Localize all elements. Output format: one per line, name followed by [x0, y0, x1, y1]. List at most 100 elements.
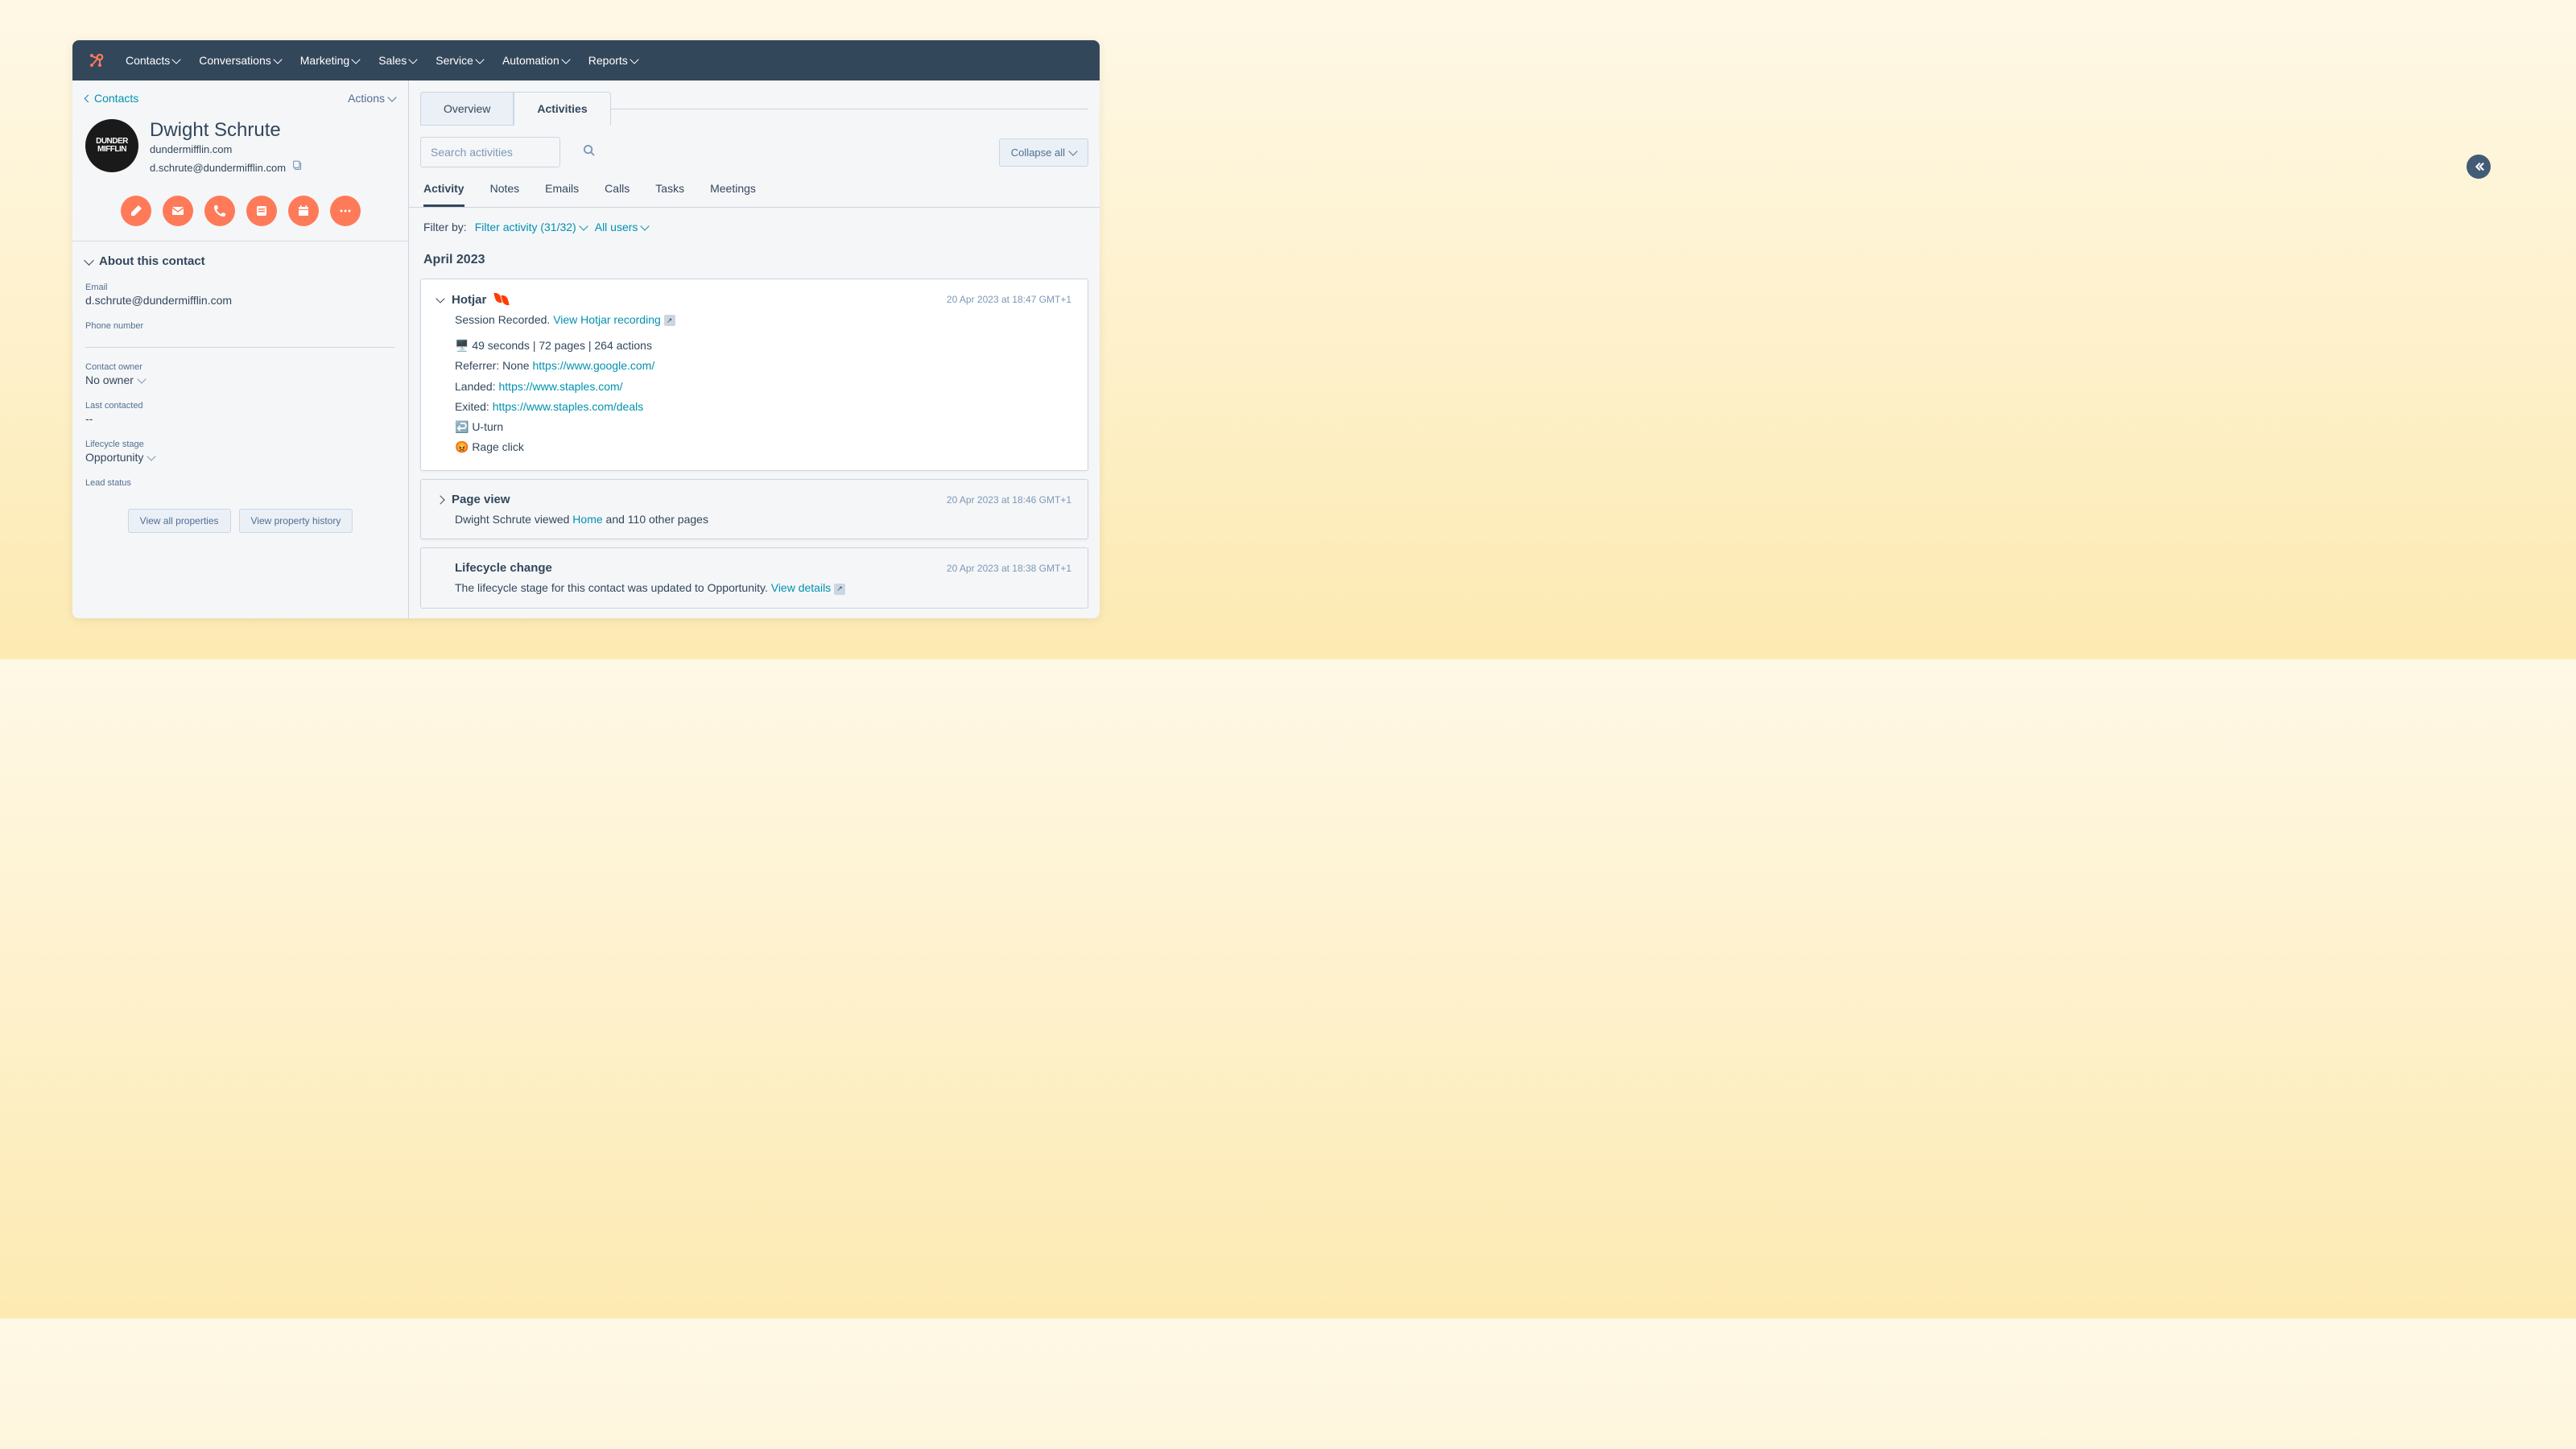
nav-reports[interactable]: Reports — [588, 54, 638, 67]
subtab-tasks[interactable]: Tasks — [655, 182, 684, 207]
card-title: Hotjar — [452, 293, 486, 307]
subtab-meetings[interactable]: Meetings — [710, 182, 756, 207]
chevron-down-icon — [387, 93, 396, 101]
task-button[interactable] — [288, 196, 319, 226]
email-button[interactable] — [163, 196, 193, 226]
copy-icon[interactable] — [292, 160, 303, 175]
topbar: Contacts Conversations Marketing Sales S… — [72, 40, 1100, 80]
prop-email: Email d.schrute@dundermifflin.com — [85, 283, 395, 307]
contact-header: DUNDER MIFFLIN Dwight Schrute dundermiff… — [72, 105, 408, 181]
chevron-down-icon — [137, 374, 146, 383]
body-prefix: Dwight Schrute viewed — [455, 513, 572, 526]
collapse-all-button[interactable]: Collapse all — [999, 138, 1088, 167]
external-link-icon: ↗ — [664, 315, 675, 326]
tab-activities[interactable]: Activities — [514, 92, 610, 126]
referrer-link[interactable]: https://www.google.com/ — [532, 359, 654, 372]
chevron-down-icon — [641, 221, 650, 230]
activity-cards: Hotjar 20 Apr 2023 at 18:47 GMT+1 Sessio… — [409, 279, 1100, 609]
hubspot-logo[interactable] — [87, 51, 106, 70]
expand-right-panel-button[interactable] — [2467, 155, 2491, 179]
external-link-icon: ↗ — [834, 584, 845, 595]
rage-line: 😡 Rage click — [455, 437, 1071, 457]
breadcrumb-contacts[interactable]: Contacts — [85, 92, 138, 105]
about-toggle[interactable]: About this contact — [85, 254, 395, 268]
nav-conversations[interactable]: Conversations — [199, 54, 281, 67]
contact-info: Dwight Schrute dundermifflin.com d.schru… — [150, 119, 395, 175]
subtab-notes[interactable]: Notes — [490, 182, 520, 207]
card-body: The lifecycle stage for this contact was… — [455, 581, 768, 594]
prop-lead-status: Lead status — [85, 478, 395, 488]
chevron-down-icon — [273, 55, 282, 64]
exited-label: Exited: — [455, 400, 489, 413]
page-home-link[interactable]: Home — [572, 513, 602, 526]
contact-email: d.schrute@dundermifflin.com — [150, 162, 286, 174]
landed-link[interactable]: https://www.staples.com/ — [499, 380, 623, 393]
more-button[interactable] — [330, 196, 361, 226]
nav-sales[interactable]: Sales — [378, 54, 416, 67]
stats-line: 🖥️ 49 seconds | 72 pages | 264 actions — [455, 336, 1071, 356]
card-toggle[interactable] — [436, 294, 444, 303]
uturn-line: ↩️ U-turn — [455, 417, 1071, 437]
actions-menu[interactable]: Actions — [348, 92, 395, 105]
filter-users-dropdown[interactable]: All users — [595, 221, 649, 233]
avatar: DUNDER MIFFLIN — [85, 119, 138, 172]
app-body: Contacts Actions DUNDER MIFFLIN Dwight S… — [72, 80, 1100, 618]
log-button[interactable] — [246, 196, 277, 226]
card-title: Page view — [452, 493, 510, 506]
call-button[interactable] — [204, 196, 235, 226]
view-property-history-button[interactable]: View property history — [239, 509, 353, 533]
property-buttons: View all properties View property histor… — [85, 509, 395, 533]
chevron-down-icon — [475, 55, 484, 64]
prop-last-contacted: Last contacted -- — [85, 401, 395, 425]
tabs: Overview Activities — [409, 80, 1100, 126]
search-box[interactable] — [420, 137, 560, 167]
view-recording-link[interactable]: View Hotjar recording — [553, 313, 661, 326]
card-toggle[interactable] — [436, 495, 444, 504]
main: Overview Activities Collapse all Activit… — [409, 80, 1100, 618]
subtab-calls[interactable]: Calls — [605, 182, 630, 207]
nav-marketing[interactable]: Marketing — [300, 54, 359, 67]
toolbar: Collapse all — [409, 126, 1100, 167]
subtab-emails[interactable]: Emails — [545, 182, 579, 207]
app-window: Contacts Conversations Marketing Sales S… — [72, 40, 1100, 618]
chevron-down-icon — [409, 55, 418, 64]
chevron-down-icon — [147, 452, 156, 460]
card-details: 🖥️ 49 seconds | 72 pages | 264 actions R… — [455, 336, 1071, 457]
chevron-down-icon — [84, 255, 94, 266]
chevron-down-icon — [172, 55, 181, 64]
landed-label: Landed: — [455, 380, 496, 393]
view-all-properties-button[interactable]: View all properties — [128, 509, 231, 533]
contact-domain: dundermifflin.com — [150, 143, 395, 155]
action-buttons — [72, 181, 408, 241]
nav-automation[interactable]: Automation — [502, 54, 569, 67]
note-button[interactable] — [121, 196, 151, 226]
chevron-down-icon — [630, 55, 638, 64]
prop-phone: Phone number — [85, 321, 395, 348]
subtabs: Activity Notes Emails Calls Tasks Meetin… — [409, 167, 1100, 208]
exited-link[interactable]: https://www.staples.com/deals — [493, 400, 644, 413]
chevron-down-icon — [579, 221, 588, 230]
activity-card-pageview: Page view 20 Apr 2023 at 18:46 GMT+1 Dwi… — [420, 479, 1088, 539]
about-section: About this contact Email d.schrute@dunde… — [72, 241, 408, 546]
activity-card-hotjar: Hotjar 20 Apr 2023 at 18:47 GMT+1 Sessio… — [420, 279, 1088, 471]
subtab-activity[interactable]: Activity — [423, 182, 464, 207]
chevron-down-icon — [1068, 147, 1077, 155]
activity-card-lifecycle: Lifecycle change 20 Apr 2023 at 18:38 GM… — [420, 547, 1088, 608]
topnav: Contacts Conversations Marketing Sales S… — [126, 54, 638, 67]
nav-contacts[interactable]: Contacts — [126, 54, 180, 67]
card-time: 20 Apr 2023 at 18:47 GMT+1 — [947, 294, 1071, 305]
prop-owner[interactable]: Contact owner No owner — [85, 362, 395, 386]
prop-lifecycle[interactable]: Lifecycle stage Opportunity — [85, 440, 395, 464]
tab-overview[interactable]: Overview — [420, 92, 514, 126]
view-details-link[interactable]: View details — [771, 581, 831, 594]
chevron-left-icon — [85, 94, 93, 102]
sidebar: Contacts Actions DUNDER MIFFLIN Dwight S… — [72, 80, 409, 618]
card-subtitle-text: Session Recorded. — [455, 313, 550, 326]
nav-service[interactable]: Service — [436, 54, 483, 67]
filter-activity-dropdown[interactable]: Filter activity (31/32) — [475, 221, 587, 233]
chevron-down-icon — [352, 55, 361, 64]
filter-label: Filter by: — [423, 221, 467, 233]
search-icon — [583, 144, 595, 160]
card-time: 20 Apr 2023 at 18:46 GMT+1 — [947, 494, 1071, 506]
search-input[interactable] — [431, 146, 576, 159]
